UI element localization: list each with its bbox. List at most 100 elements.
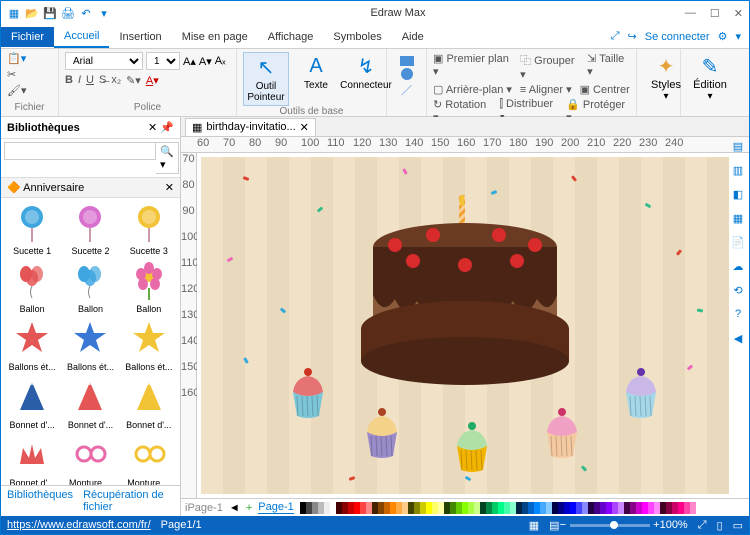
cupcake-shape[interactable] (359, 406, 405, 460)
highlight-icon[interactable]: ✎▾ (126, 74, 141, 87)
qat-more-icon[interactable]: ▾ (97, 6, 111, 20)
qat-undo-icon[interactable]: ↶ (79, 6, 93, 20)
cake-shape[interactable] (355, 195, 575, 385)
format-painter-icon[interactable]: 🖌▾ (7, 84, 27, 97)
search-icon[interactable]: 🔍▾ (156, 142, 179, 174)
doc-tab-close-icon[interactable]: ✕ (300, 121, 309, 134)
library-item[interactable]: Bonnet d'... (5, 376, 59, 430)
library-close-icon[interactable]: ✕ (148, 122, 157, 134)
center-button[interactable]: ▣ Centrer (580, 83, 630, 96)
view-grid-icon[interactable]: ▦ (529, 519, 539, 532)
expand-ribbon-icon[interactable]: ⤢ (611, 30, 620, 43)
fit-page-icon[interactable]: ⤢ (698, 519, 707, 532)
library-item[interactable]: Monture ... (122, 434, 176, 485)
library-item[interactable]: Bonnet d'... (5, 434, 59, 485)
library-item[interactable]: Ballon (122, 260, 176, 314)
view-ruler-icon[interactable]: ▤ (549, 519, 559, 532)
size-button[interactable]: ⇲ Taille ▾ (587, 52, 630, 81)
edition-button[interactable]: ✎ Édition▾ (687, 52, 733, 104)
lib-tab-libraries[interactable]: Bibliothèques (7, 489, 73, 513)
library-item[interactable]: Ballon (5, 260, 59, 314)
library-item[interactable]: Ballons ét... (63, 318, 117, 372)
send-back-button[interactable]: ▢ Arrière-plan ▾ (433, 83, 512, 96)
cut-icon[interactable]: ✂ (7, 68, 16, 81)
status-url[interactable]: https://www.edrawsoft.com/fr/ (7, 519, 151, 531)
library-pin-icon[interactable]: 📌 (160, 122, 174, 134)
page-label[interactable]: Page-1 (258, 501, 293, 514)
minimize-button[interactable]: — (685, 7, 696, 20)
shape-rect-icon[interactable] (400, 56, 414, 66)
tab-aide[interactable]: Aide (392, 27, 434, 47)
text-tool-button[interactable]: A Texte (293, 52, 339, 93)
side-help-icon[interactable]: ? (729, 305, 747, 323)
library-item[interactable]: Sucette 2 (63, 202, 117, 256)
shape-circle-icon[interactable] (401, 68, 413, 80)
maximize-button[interactable]: ☐ (710, 7, 720, 20)
cupcake-shape[interactable] (285, 366, 331, 420)
library-search-input[interactable] (4, 142, 156, 160)
cupcake-shape[interactable] (539, 406, 585, 460)
tab-mise-en-page[interactable]: Mise en page (172, 27, 258, 47)
qat-print-icon[interactable]: 🖨 (61, 6, 75, 20)
toggle-ruler-icon[interactable]: ▤ (729, 137, 747, 155)
qat-open-icon[interactable]: 📂 (25, 6, 39, 20)
side-collapse-icon[interactable]: ◀ (729, 329, 747, 347)
bring-front-button[interactable]: ▣ Premier plan ▾ (433, 52, 512, 81)
pointer-tool-button[interactable]: ↖ Outil Pointeur (243, 52, 289, 106)
side-cloud-icon[interactable]: ☁ (729, 257, 747, 275)
zoom-slider[interactable]: −+ (570, 524, 650, 527)
page-nav-prev-icon[interactable]: ◄ (229, 502, 240, 514)
shape-line-icon[interactable]: ／ (401, 82, 412, 98)
library-item[interactable]: Monture ... (63, 434, 117, 485)
document-tab[interactable]: ▦ birthday-invitatio... ✕ (185, 118, 316, 136)
shrink-font-icon[interactable]: A▾ (199, 55, 212, 68)
page-add-icon[interactable]: + (246, 502, 252, 514)
grow-font-icon[interactable]: A▴ (183, 55, 196, 68)
bold-icon[interactable]: B (65, 74, 73, 87)
strike-icon[interactable]: S̶ (99, 74, 106, 87)
connector-tool-button[interactable]: ↯ Connecteur (343, 52, 389, 93)
library-item[interactable]: Ballons ét... (5, 318, 59, 372)
close-button[interactable]: ✕ (734, 7, 743, 20)
italic-icon[interactable]: I (78, 74, 81, 87)
view-single-icon[interactable]: ▯ (717, 519, 723, 532)
font-color-icon[interactable]: A▾ (146, 74, 159, 87)
tab-insertion[interactable]: Insertion (109, 27, 171, 47)
library-item[interactable]: Bonnet d'... (122, 376, 176, 430)
share-icon[interactable]: ↪ (628, 30, 637, 43)
lib-tab-recovery[interactable]: Récupération de fichier (83, 489, 174, 513)
side-layers-icon[interactable]: ▥ (729, 161, 747, 179)
underline-icon[interactable]: U (86, 74, 94, 87)
tab-accueil[interactable]: Accueil (54, 26, 109, 48)
library-item[interactable]: Sucette 1 (5, 202, 59, 256)
library-item[interactable]: Sucette 3 (122, 202, 176, 256)
font-name-select[interactable]: Arial (65, 52, 143, 70)
side-synergy-icon[interactable]: ⟲ (729, 281, 747, 299)
color-swatches[interactable] (300, 502, 745, 514)
cupcake-shape[interactable] (449, 420, 495, 474)
help-icon[interactable]: ▾ (735, 30, 741, 43)
cupcake-shape[interactable] (618, 366, 664, 420)
connect-link[interactable]: Se connecter (645, 31, 710, 43)
side-shapes-icon[interactable]: ▦ (729, 209, 747, 227)
tab-symboles[interactable]: Symboles (323, 27, 391, 47)
library-item[interactable]: Ballons ét... (122, 318, 176, 372)
tab-file[interactable]: Fichier (1, 27, 54, 47)
qat-new-icon[interactable]: ▦ (7, 6, 21, 20)
align-button[interactable]: ≡ Aligner ▾ (520, 83, 572, 96)
library-item[interactable]: Bonnet d'... (63, 376, 117, 430)
library-item[interactable]: Ballon (63, 260, 117, 314)
qat-save-icon[interactable]: 💾 (43, 6, 57, 20)
side-nav-icon[interactable]: ◧ (729, 185, 747, 203)
subscript-icon[interactable]: x₂ (111, 74, 121, 87)
canvas[interactable] (197, 153, 749, 498)
tab-affichage[interactable]: Affichage (258, 27, 324, 47)
view-full-icon[interactable]: ▭ (733, 519, 743, 532)
clear-format-icon[interactable]: Aₓ (215, 55, 226, 67)
gear-icon[interactable]: ⚙ (718, 30, 728, 43)
paste-icon[interactable]: 📋▾ (7, 52, 26, 65)
category-close-icon[interactable]: ✕ (165, 181, 174, 194)
group-button[interactable]: ⿻ Grouper ▾ (520, 52, 579, 81)
side-resources-icon[interactable]: 📄 (729, 233, 747, 251)
font-size-select[interactable]: 10 (146, 52, 180, 70)
